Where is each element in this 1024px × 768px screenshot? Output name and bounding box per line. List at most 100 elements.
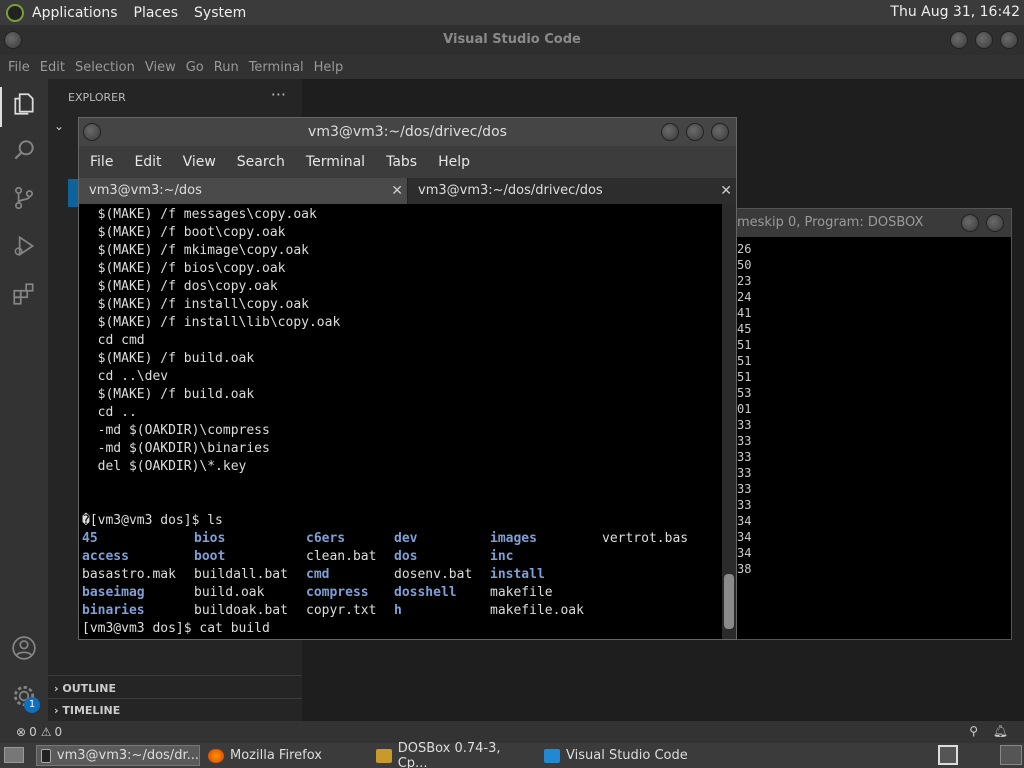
terminal-app-icon: [41, 748, 51, 763]
explorer-more-icon[interactable]: ···: [271, 85, 286, 104]
extensions-icon[interactable]: [10, 281, 38, 309]
menu-run[interactable]: Run: [214, 60, 239, 75]
close-icon[interactable]: [1000, 31, 1018, 49]
terminal-tab-1[interactable]: vm3@vm3:~/dos ✕: [79, 178, 408, 204]
ls-entry: makefile: [490, 585, 553, 600]
minimize-icon[interactable]: [961, 214, 979, 232]
ls-entry: buildoak.bat: [194, 603, 288, 618]
term-menu-search[interactable]: Search: [237, 154, 285, 170]
terminal-line: -md $(OAKDIR)\compress: [82, 423, 270, 438]
ls-entry: copyr.txt: [306, 603, 377, 618]
scrollbar-thumb[interactable]: [724, 574, 734, 629]
close-tab-icon[interactable]: ✕: [720, 178, 732, 204]
ls-entry: dosenv.bat: [394, 567, 473, 582]
term-menu-terminal[interactable]: Terminal: [306, 154, 365, 170]
system-menu[interactable]: System: [194, 5, 246, 21]
warning-icon[interactable]: ⚠: [41, 725, 52, 739]
timeline-section[interactable]: › TIMELINE: [54, 704, 120, 717]
ls-entry: images: [490, 531, 537, 546]
ls-entry: buildall.bat: [194, 567, 288, 582]
term-menu-help[interactable]: Help: [438, 154, 470, 170]
terminal-output[interactable]: $(MAKE) /f messages\copy.oak $(MAKE) /f …: [79, 204, 722, 639]
menu-help[interactable]: Help: [314, 60, 344, 75]
terminal-line: $(MAKE) /f dos\copy.oak: [82, 279, 278, 294]
term-menu-tabs[interactable]: Tabs: [386, 154, 417, 170]
account-icon[interactable]: [10, 635, 38, 663]
vscode-titlebar[interactable]: Visual Studio Code: [0, 25, 1024, 55]
menu-terminal[interactable]: Terminal: [249, 60, 304, 75]
terminal-tab-label: vm3@vm3:~/dos/drivec/dos: [418, 183, 603, 198]
terminal-prompt: �[vm3@vm3 dos]$ ls: [82, 513, 223, 528]
run-debug-icon[interactable]: [10, 233, 38, 261]
dosbox-icon: [376, 748, 392, 763]
task-dosbox[interactable]: DOSBox 0.74-3, Cp...: [372, 741, 532, 768]
term-menu-edit[interactable]: Edit: [134, 154, 161, 170]
dosbox-window[interactable]: meskip 0, Program: DOSBOX 26 50 23 24 41 45 51…: [728, 208, 1012, 640]
dosbox-line: 34: [737, 514, 752, 528]
dosbox-line: 33: [737, 434, 752, 448]
ls-entry: dosshell: [394, 585, 457, 600]
window-menu-icon[interactable]: [83, 123, 101, 141]
outline-section[interactable]: › OUTLINE: [54, 682, 116, 695]
maximize-icon[interactable]: [975, 31, 993, 49]
close-icon[interactable]: [711, 123, 729, 141]
task-terminal[interactable]: vm3@vm3:~/dos/dr...: [36, 745, 200, 766]
source-control-icon[interactable]: [10, 185, 38, 213]
ls-entry: access: [82, 549, 129, 564]
ls-entry: dos: [394, 549, 418, 564]
dosbox-line: 34: [737, 530, 752, 544]
menu-file[interactable]: File: [8, 60, 30, 75]
ls-entry: 45: [82, 531, 98, 546]
menu-edit[interactable]: Edit: [40, 60, 65, 75]
term-menu-view[interactable]: View: [183, 154, 216, 170]
window-menu-icon[interactable]: [4, 31, 22, 49]
chevron-down-icon[interactable]: ⌄: [54, 119, 64, 133]
dosbox-line: 24: [737, 290, 752, 304]
distro-logo-icon[interactable]: [6, 3, 24, 22]
menu-selection[interactable]: Selection: [75, 60, 135, 75]
terminal-titlebar[interactable]: vm3@vm3:~/dos/drivec/dos: [79, 118, 736, 146]
dosbox-title: meskip 0, Program: DOSBOX: [737, 215, 924, 230]
active-indicator: [0, 87, 2, 127]
trash-icon[interactable]: [1000, 745, 1022, 765]
feedback-icon[interactable]: ⚲: [969, 724, 978, 738]
terminal-current-prompt[interactable]: [vm3@vm3 dos]$ cat build: [82, 620, 270, 638]
places-menu[interactable]: Places: [134, 5, 179, 21]
explorer-icon[interactable]: [10, 91, 38, 119]
notifications-bell-icon[interactable]: 🔔︎: [993, 724, 1008, 738]
dosbox-line: 26: [737, 242, 752, 256]
minimize-icon[interactable]: [661, 123, 679, 141]
top-panel: Applications Places System Thu Aug 31, 1…: [0, 0, 1024, 25]
task-label: Mozilla Firefox: [230, 748, 322, 763]
error-icon[interactable]: ⊗: [16, 725, 26, 739]
search-icon[interactable]: [10, 137, 38, 165]
task-vscode[interactable]: Visual Studio Code: [540, 745, 700, 766]
term-menu-file[interactable]: File: [90, 154, 113, 170]
terminal-scrollbar[interactable]: [722, 204, 736, 639]
terminal-tab-2[interactable]: vm3@vm3:~/dos/drivec/dos ✕: [408, 178, 736, 204]
minimize-icon[interactable]: [950, 31, 968, 49]
desktop: Applications Places System Thu Aug 31, 1…: [0, 0, 1024, 768]
menu-view[interactable]: View: [145, 60, 176, 75]
error-count[interactable]: 0: [29, 725, 37, 739]
ls-entry: boot: [194, 549, 226, 564]
menu-go[interactable]: Go: [186, 60, 204, 75]
applications-menu[interactable]: Applications: [32, 5, 118, 21]
dosbox-line: 33: [737, 418, 752, 432]
terminal-line: $(MAKE) /f install\copy.oak: [82, 297, 309, 312]
open-folder-button[interactable]: [68, 179, 78, 207]
warning-count[interactable]: 0: [54, 725, 62, 739]
clock[interactable]: Thu Aug 31, 16:42: [890, 4, 1020, 20]
ls-entry: baseimag: [82, 585, 145, 600]
show-desktop-icon[interactable]: [4, 747, 24, 763]
dosbox-line: 53: [737, 386, 752, 400]
dosbox-line: 45: [737, 322, 752, 336]
maximize-icon[interactable]: [686, 123, 704, 141]
maximize-icon[interactable]: [986, 214, 1004, 232]
terminal-window[interactable]: vm3@vm3:~/dos/drivec/dos File Edit View …: [78, 117, 737, 640]
bottom-taskbar: vm3@vm3:~/dos/dr... Mozilla Firefox DOSB…: [0, 741, 1024, 768]
firefox-icon: [208, 748, 224, 763]
close-tab-icon[interactable]: ✕: [391, 178, 403, 204]
task-firefox[interactable]: Mozilla Firefox: [204, 745, 364, 766]
workspace-switcher-icon[interactable]: [938, 745, 958, 765]
